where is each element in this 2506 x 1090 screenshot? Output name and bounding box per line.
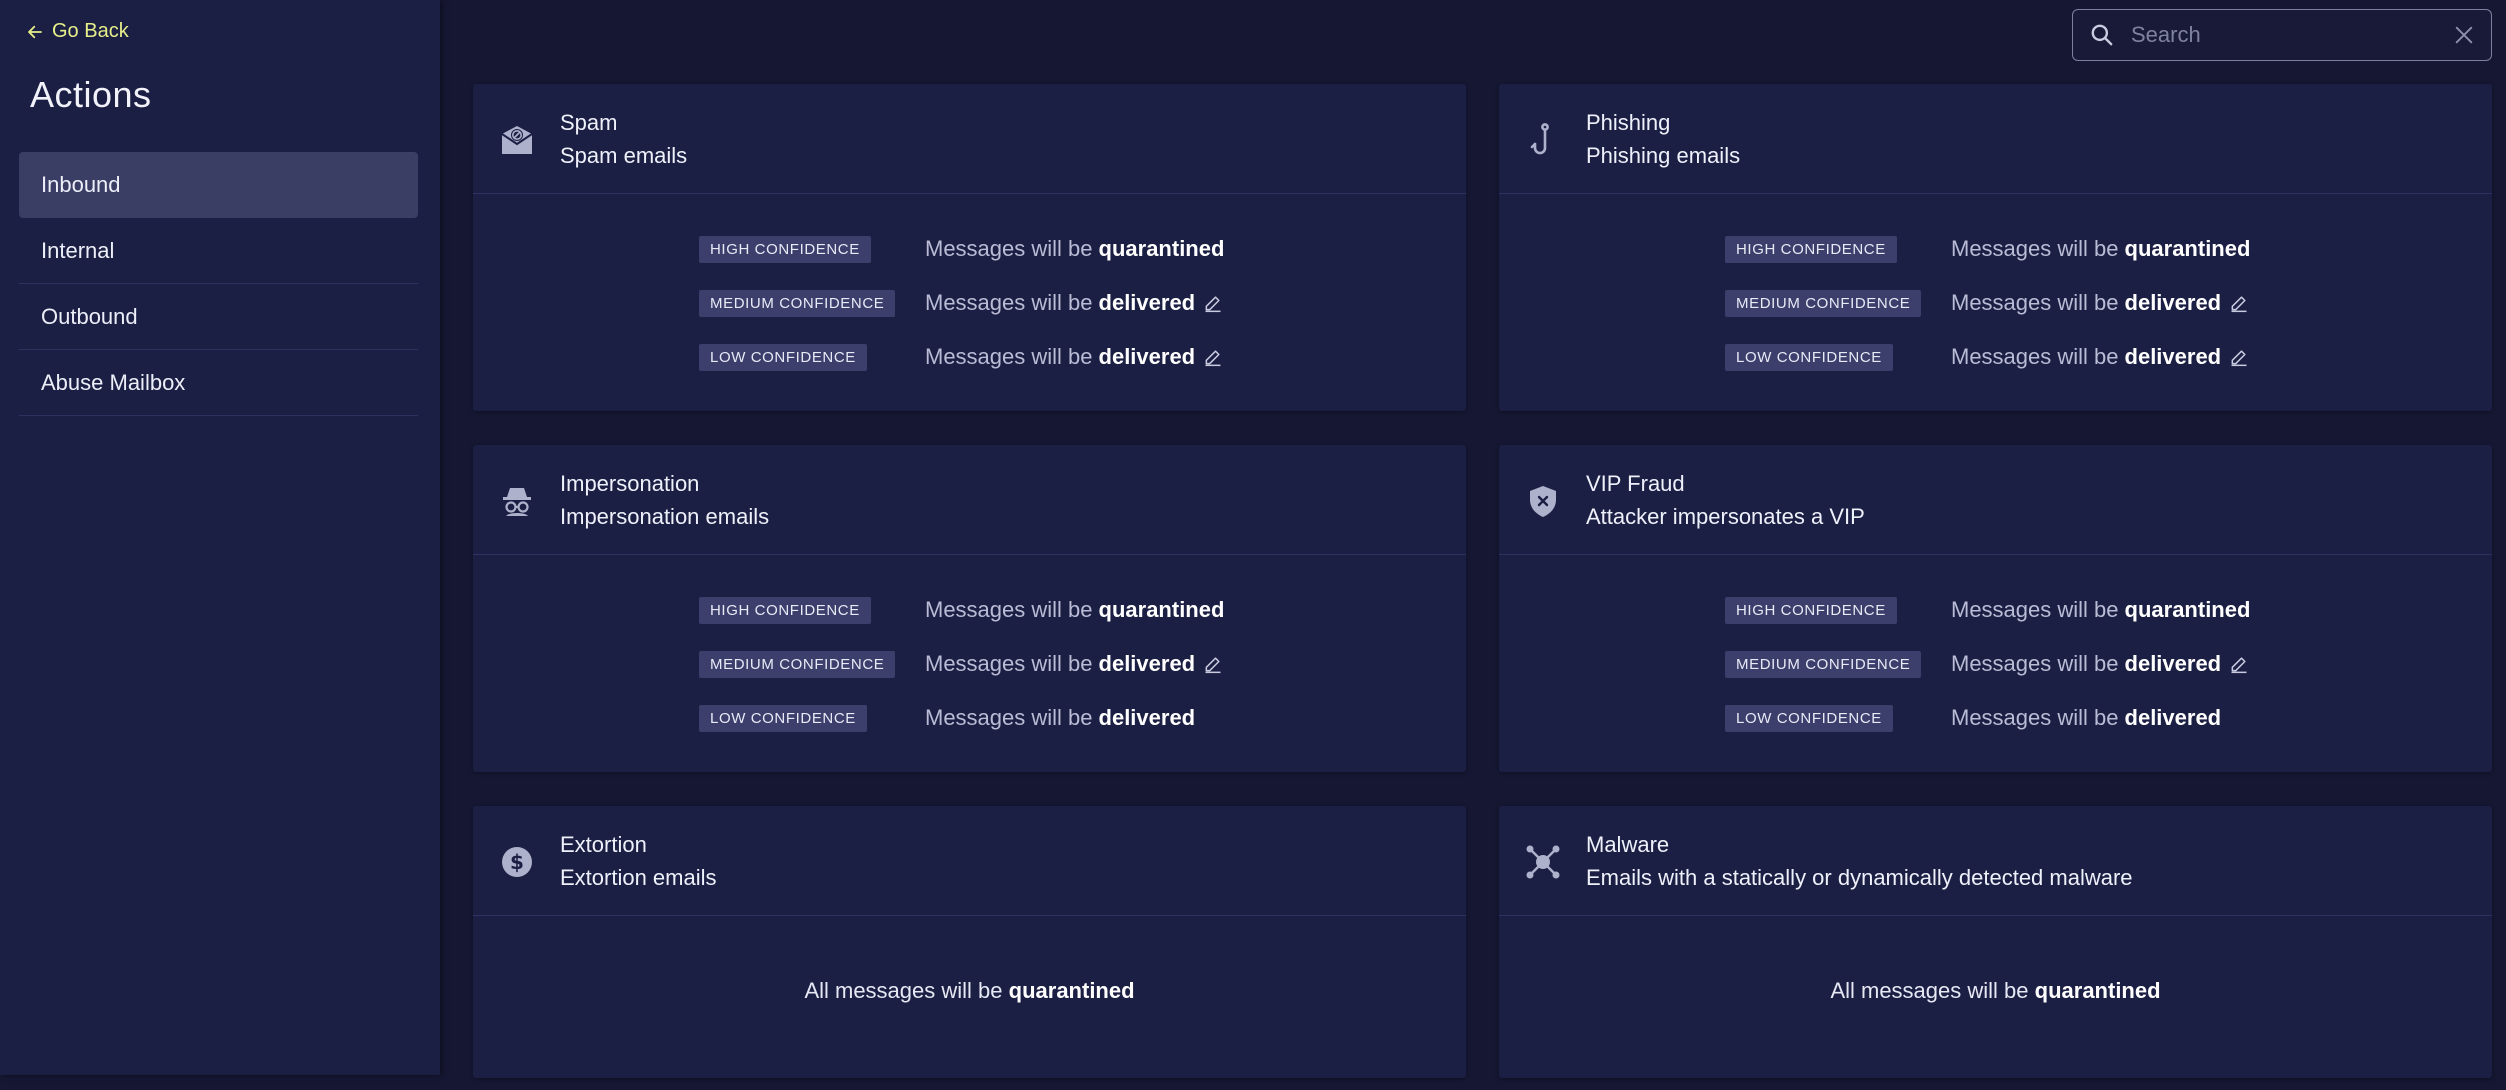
card-subtitle: Emails with a statically or dynamically … — [1586, 865, 2133, 890]
action-text: Messages will be delivered — [1951, 651, 2249, 677]
sidebar: Go Back Actions Inbound Internal Outboun… — [0, 0, 440, 1075]
sidebar-item-inbound[interactable]: Inbound — [19, 152, 418, 218]
action-text: All messages will be quarantined — [1830, 978, 2161, 1003]
card-spam: Spam Spam emails HIGH CONFIDENCE Message… — [473, 84, 1466, 411]
sidebar-title: Actions — [30, 74, 152, 115]
card-header: Phishing Phishing emails — [1499, 84, 2492, 194]
confidence-rows: HIGH CONFIDENCE Messages will be quaranti… — [699, 222, 1224, 384]
search-box — [2072, 9, 2492, 61]
card-title: Extortion — [560, 832, 647, 857]
card-phishing: Phishing Phishing emails HIGH CONFIDENCE… — [1499, 84, 2492, 411]
dollar-coin-icon: $ — [502, 847, 532, 877]
sidebar-item-internal[interactable]: Internal — [19, 218, 418, 284]
virus-icon — [1526, 845, 1560, 879]
card-header: Spam Spam emails — [473, 84, 1466, 194]
confidence-row-medium: MEDIUM CONFIDENCE Messages will be delive… — [1725, 637, 2250, 691]
sidebar-item-abuse-mailbox[interactable]: Abuse Mailbox — [19, 350, 418, 416]
pencil-icon[interactable] — [1203, 293, 1223, 313]
action-text: All messages will be quarantined — [804, 978, 1135, 1003]
card-title: Malware — [1586, 832, 1670, 857]
pencil-icon[interactable] — [1203, 347, 1223, 367]
card-subtitle: Impersonation emails — [560, 504, 770, 529]
confidence-row-medium: MEDIUM CONFIDENCE Messages will be delive… — [699, 276, 1224, 330]
card-header: Impersonation Impersonation emails — [473, 445, 1466, 555]
card-title: Impersonation — [560, 471, 700, 496]
confidence-rows: HIGH CONFIDENCE Messages will be quaranti… — [1725, 222, 2250, 384]
confidence-rows: HIGH CONFIDENCE Messages will be quaranti… — [699, 583, 1224, 745]
confidence-row-high: HIGH CONFIDENCE Messages will be quaranti… — [1725, 583, 2250, 637]
pencil-icon[interactable] — [1203, 654, 1223, 674]
confidence-row-high: HIGH CONFIDENCE Messages will be quaranti… — [1725, 222, 2250, 276]
sidebar-item-label: Internal — [41, 237, 115, 263]
card-malware: Malware Emails with a statically or dyna… — [1499, 806, 2492, 1078]
svg-text:$: $ — [510, 850, 524, 874]
go-back-label: Go Back — [52, 20, 129, 42]
card-title: Phishing — [1586, 110, 1671, 135]
action-text: Messages will be quarantined — [1951, 597, 2251, 622]
shield-x-icon — [1530, 486, 1556, 517]
pencil-icon[interactable] — [2229, 347, 2249, 367]
fish-hook-icon — [1530, 123, 1549, 155]
confidence-badge: MEDIUM CONFIDENCE — [1725, 289, 1922, 317]
confidence-row-high: HIGH CONFIDENCE Messages will be quaranti… — [699, 583, 1224, 637]
action-text: Messages will be quarantined — [925, 236, 1225, 261]
confidence-row-high: HIGH CONFIDENCE Messages will be quaranti… — [699, 222, 1224, 276]
action-text: Messages will be delivered — [1951, 344, 2249, 370]
card-subtitle: Extortion emails — [560, 865, 717, 890]
sidebar-item-outbound[interactable]: Outbound — [19, 284, 418, 350]
confidence-badge: LOW CONFIDENCE — [699, 343, 867, 371]
card-header: Malware Emails with a statically or dyna… — [1499, 806, 2492, 916]
card-subtitle: Attacker impersonates a VIP — [1586, 504, 1865, 529]
card-title: Spam — [560, 110, 618, 135]
confidence-row-low: LOW CONFIDENCE Messages will be delivered — [699, 691, 1224, 745]
confidence-badge: LOW CONFIDENCE — [1725, 704, 1893, 732]
action-text: Messages will be quarantined — [925, 597, 1225, 622]
card-impersonation: Impersonation Impersonation emails HIGH … — [473, 445, 1466, 772]
go-back-link[interactable]: Go Back — [26, 20, 129, 43]
sidebar-nav: Inbound Internal Outbound Abuse Mailbox — [19, 152, 418, 416]
confidence-badge: MEDIUM CONFIDENCE — [1725, 650, 1922, 678]
action-text: Messages will be delivered — [925, 344, 1223, 370]
confidence-badge: HIGH CONFIDENCE — [699, 596, 871, 624]
confidence-badge: HIGH CONFIDENCE — [699, 235, 871, 263]
incognito-icon — [503, 488, 531, 516]
pencil-icon[interactable] — [2229, 293, 2249, 313]
search-input[interactable] — [2131, 22, 2453, 48]
close-icon[interactable] — [2453, 24, 2475, 46]
confidence-row-medium: MEDIUM CONFIDENCE Messages will be delive… — [1725, 276, 2250, 330]
card-subtitle: Phishing emails — [1586, 143, 1741, 168]
confidence-row-low: LOW CONFIDENCE Messages will be delivered — [699, 330, 1224, 384]
card-header: VIP Fraud Attacker impersonates a VIP — [1499, 445, 2492, 555]
search-icon — [2091, 24, 2113, 46]
confidence-row-low: LOW CONFIDENCE Messages will be delivered — [1725, 330, 2250, 384]
card-subtitle: Spam emails — [560, 143, 688, 168]
confidence-badge: LOW CONFIDENCE — [1725, 343, 1893, 371]
action-text: Messages will be delivered — [925, 290, 1223, 316]
confidence-row-medium: MEDIUM CONFIDENCE Messages will be delive… — [699, 637, 1224, 691]
arrow-left-icon — [28, 25, 42, 38]
confidence-rows: HIGH CONFIDENCE Messages will be quaranti… — [1725, 583, 2250, 745]
action-text: Messages will be quarantined — [1951, 236, 2251, 261]
sidebar-item-label: Inbound — [41, 172, 121, 197]
sidebar-item-label: Abuse Mailbox — [41, 369, 186, 395]
action-text: Messages will be delivered — [925, 705, 1196, 730]
confidence-badge: MEDIUM CONFIDENCE — [699, 650, 896, 678]
card-header: $ Extortion Extortion emails — [473, 806, 1466, 916]
action-text: Messages will be delivered — [1951, 290, 2249, 316]
pencil-icon[interactable] — [2229, 654, 2249, 674]
confidence-badge: HIGH CONFIDENCE — [1725, 235, 1897, 263]
action-text: Messages will be delivered — [925, 651, 1223, 677]
envelope-ban-icon — [501, 126, 533, 154]
confidence-badge: MEDIUM CONFIDENCE — [699, 289, 896, 317]
card-extortion: $ Extortion Extortion emails All message… — [473, 806, 1466, 1078]
confidence-row-low: LOW CONFIDENCE Messages will be delivered — [1725, 691, 2250, 745]
card-title: VIP Fraud — [1586, 471, 1685, 496]
action-text: Messages will be delivered — [1951, 705, 2222, 730]
confidence-badge: LOW CONFIDENCE — [699, 704, 867, 732]
card-vip-fraud: VIP Fraud Attacker impersonates a VIP HI… — [1499, 445, 2492, 772]
confidence-badge: HIGH CONFIDENCE — [1725, 596, 1897, 624]
sidebar-item-label: Outbound — [41, 303, 138, 329]
